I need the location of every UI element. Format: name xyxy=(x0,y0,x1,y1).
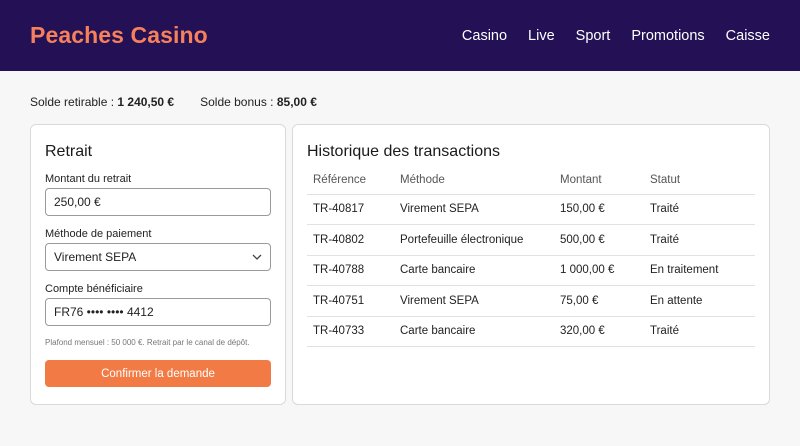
nav-sport[interactable]: Sport xyxy=(576,28,611,44)
cell-method: Carte bancaire xyxy=(400,255,560,286)
nav-caisse[interactable]: Caisse xyxy=(726,28,770,44)
payment-method-label: Méthode de paiement xyxy=(45,228,152,240)
payment-method-value: Virement SEPA xyxy=(54,250,137,264)
table-header-row: Référence Méthode Montant Statut xyxy=(307,166,755,195)
bonus-balance-value: 85,00 € xyxy=(276,95,317,109)
payment-method-select[interactable]: Virement SEPA xyxy=(45,243,271,271)
cell-status: Traité xyxy=(650,224,755,256)
cell-amount: 75,00 € xyxy=(560,285,650,317)
amount-label: Montant du retrait xyxy=(45,173,132,185)
column-header-method: Méthode xyxy=(400,166,560,195)
bonus-balance: Solde bonus : 85,00 € xyxy=(200,95,317,109)
column-header-amount: Montant xyxy=(560,166,650,195)
withdrawable-balance: Solde retirable : 1 240,50 € xyxy=(30,95,174,109)
history-title: Historique des transactions xyxy=(307,143,500,160)
column-header-status: Statut xyxy=(650,166,755,195)
cell-reference: TR-40802 xyxy=(307,224,400,256)
confirm-request-button[interactable]: Confirmer la demande xyxy=(45,360,271,387)
cell-amount: 500,00 € xyxy=(560,224,650,256)
cell-method: Portefeuille électronique xyxy=(400,224,560,256)
transaction-history-panel: Historique des transactions Référence Mé… xyxy=(292,124,770,405)
nav-promotions[interactable]: Promotions xyxy=(631,28,704,44)
beneficiary-account-label: Compte bénéficiaire xyxy=(45,283,143,295)
brand-logo[interactable]: Peaches Casino xyxy=(30,22,208,49)
cell-reference: TR-40788 xyxy=(307,255,400,286)
nav-live[interactable]: Live xyxy=(528,28,555,44)
table-row[interactable]: TR-40788 Carte bancaire 1 000,00 € En tr… xyxy=(307,255,755,286)
amount-input[interactable] xyxy=(45,188,271,216)
cell-status: Traité xyxy=(650,316,755,347)
withdraw-panel: Retrait Montant du retrait Méthode de pa… xyxy=(30,124,286,405)
chevron-down-icon xyxy=(252,254,262,260)
table-row[interactable]: TR-40817 Virement SEPA 150,00 € Traité xyxy=(307,194,755,225)
nav-casino[interactable]: Casino xyxy=(462,28,507,44)
cell-method: Virement SEPA xyxy=(400,194,560,225)
cell-status: Traité xyxy=(650,194,755,225)
cell-reference: TR-40733 xyxy=(307,316,400,347)
transaction-table: Référence Méthode Montant Statut TR-4081… xyxy=(307,166,755,347)
beneficiary-account-input[interactable] xyxy=(45,298,271,326)
cell-amount: 320,00 € xyxy=(560,316,650,347)
cell-method: Virement SEPA xyxy=(400,285,560,317)
table-row[interactable]: TR-40802 Portefeuille électronique 500,0… xyxy=(307,224,755,256)
cell-reference: TR-40751 xyxy=(307,285,400,317)
withdrawable-balance-value: 1 240,50 € xyxy=(117,95,175,109)
cell-status: En traitement xyxy=(650,255,755,286)
bonus-balance-label: Solde bonus : xyxy=(200,95,274,109)
table-row[interactable]: TR-40733 Carte bancaire 320,00 € Traité xyxy=(307,316,755,347)
balance-summary: Solde retirable : 1 240,50 € Solde bonus… xyxy=(30,95,317,109)
cell-amount: 1 000,00 € xyxy=(560,255,650,286)
cell-status: En attente xyxy=(650,285,755,317)
cell-method: Carte bancaire xyxy=(400,316,560,347)
withdrawable-balance-label: Solde retirable : xyxy=(30,95,115,109)
top-bar: Peaches Casino Casino Live Sport Promoti… xyxy=(0,0,800,71)
column-header-reference: Référence xyxy=(307,166,400,195)
main-nav: Casino Live Sport Promotions Caisse xyxy=(441,28,770,44)
cell-amount: 150,00 € xyxy=(560,194,650,225)
withdraw-title: Retrait xyxy=(45,143,93,160)
cell-reference: TR-40817 xyxy=(307,194,400,225)
withdraw-hint: Plafond mensuel : 50 000 €. Retrait par … xyxy=(45,338,250,347)
table-row[interactable]: TR-40751 Virement SEPA 75,00 € En attent… xyxy=(307,285,755,317)
